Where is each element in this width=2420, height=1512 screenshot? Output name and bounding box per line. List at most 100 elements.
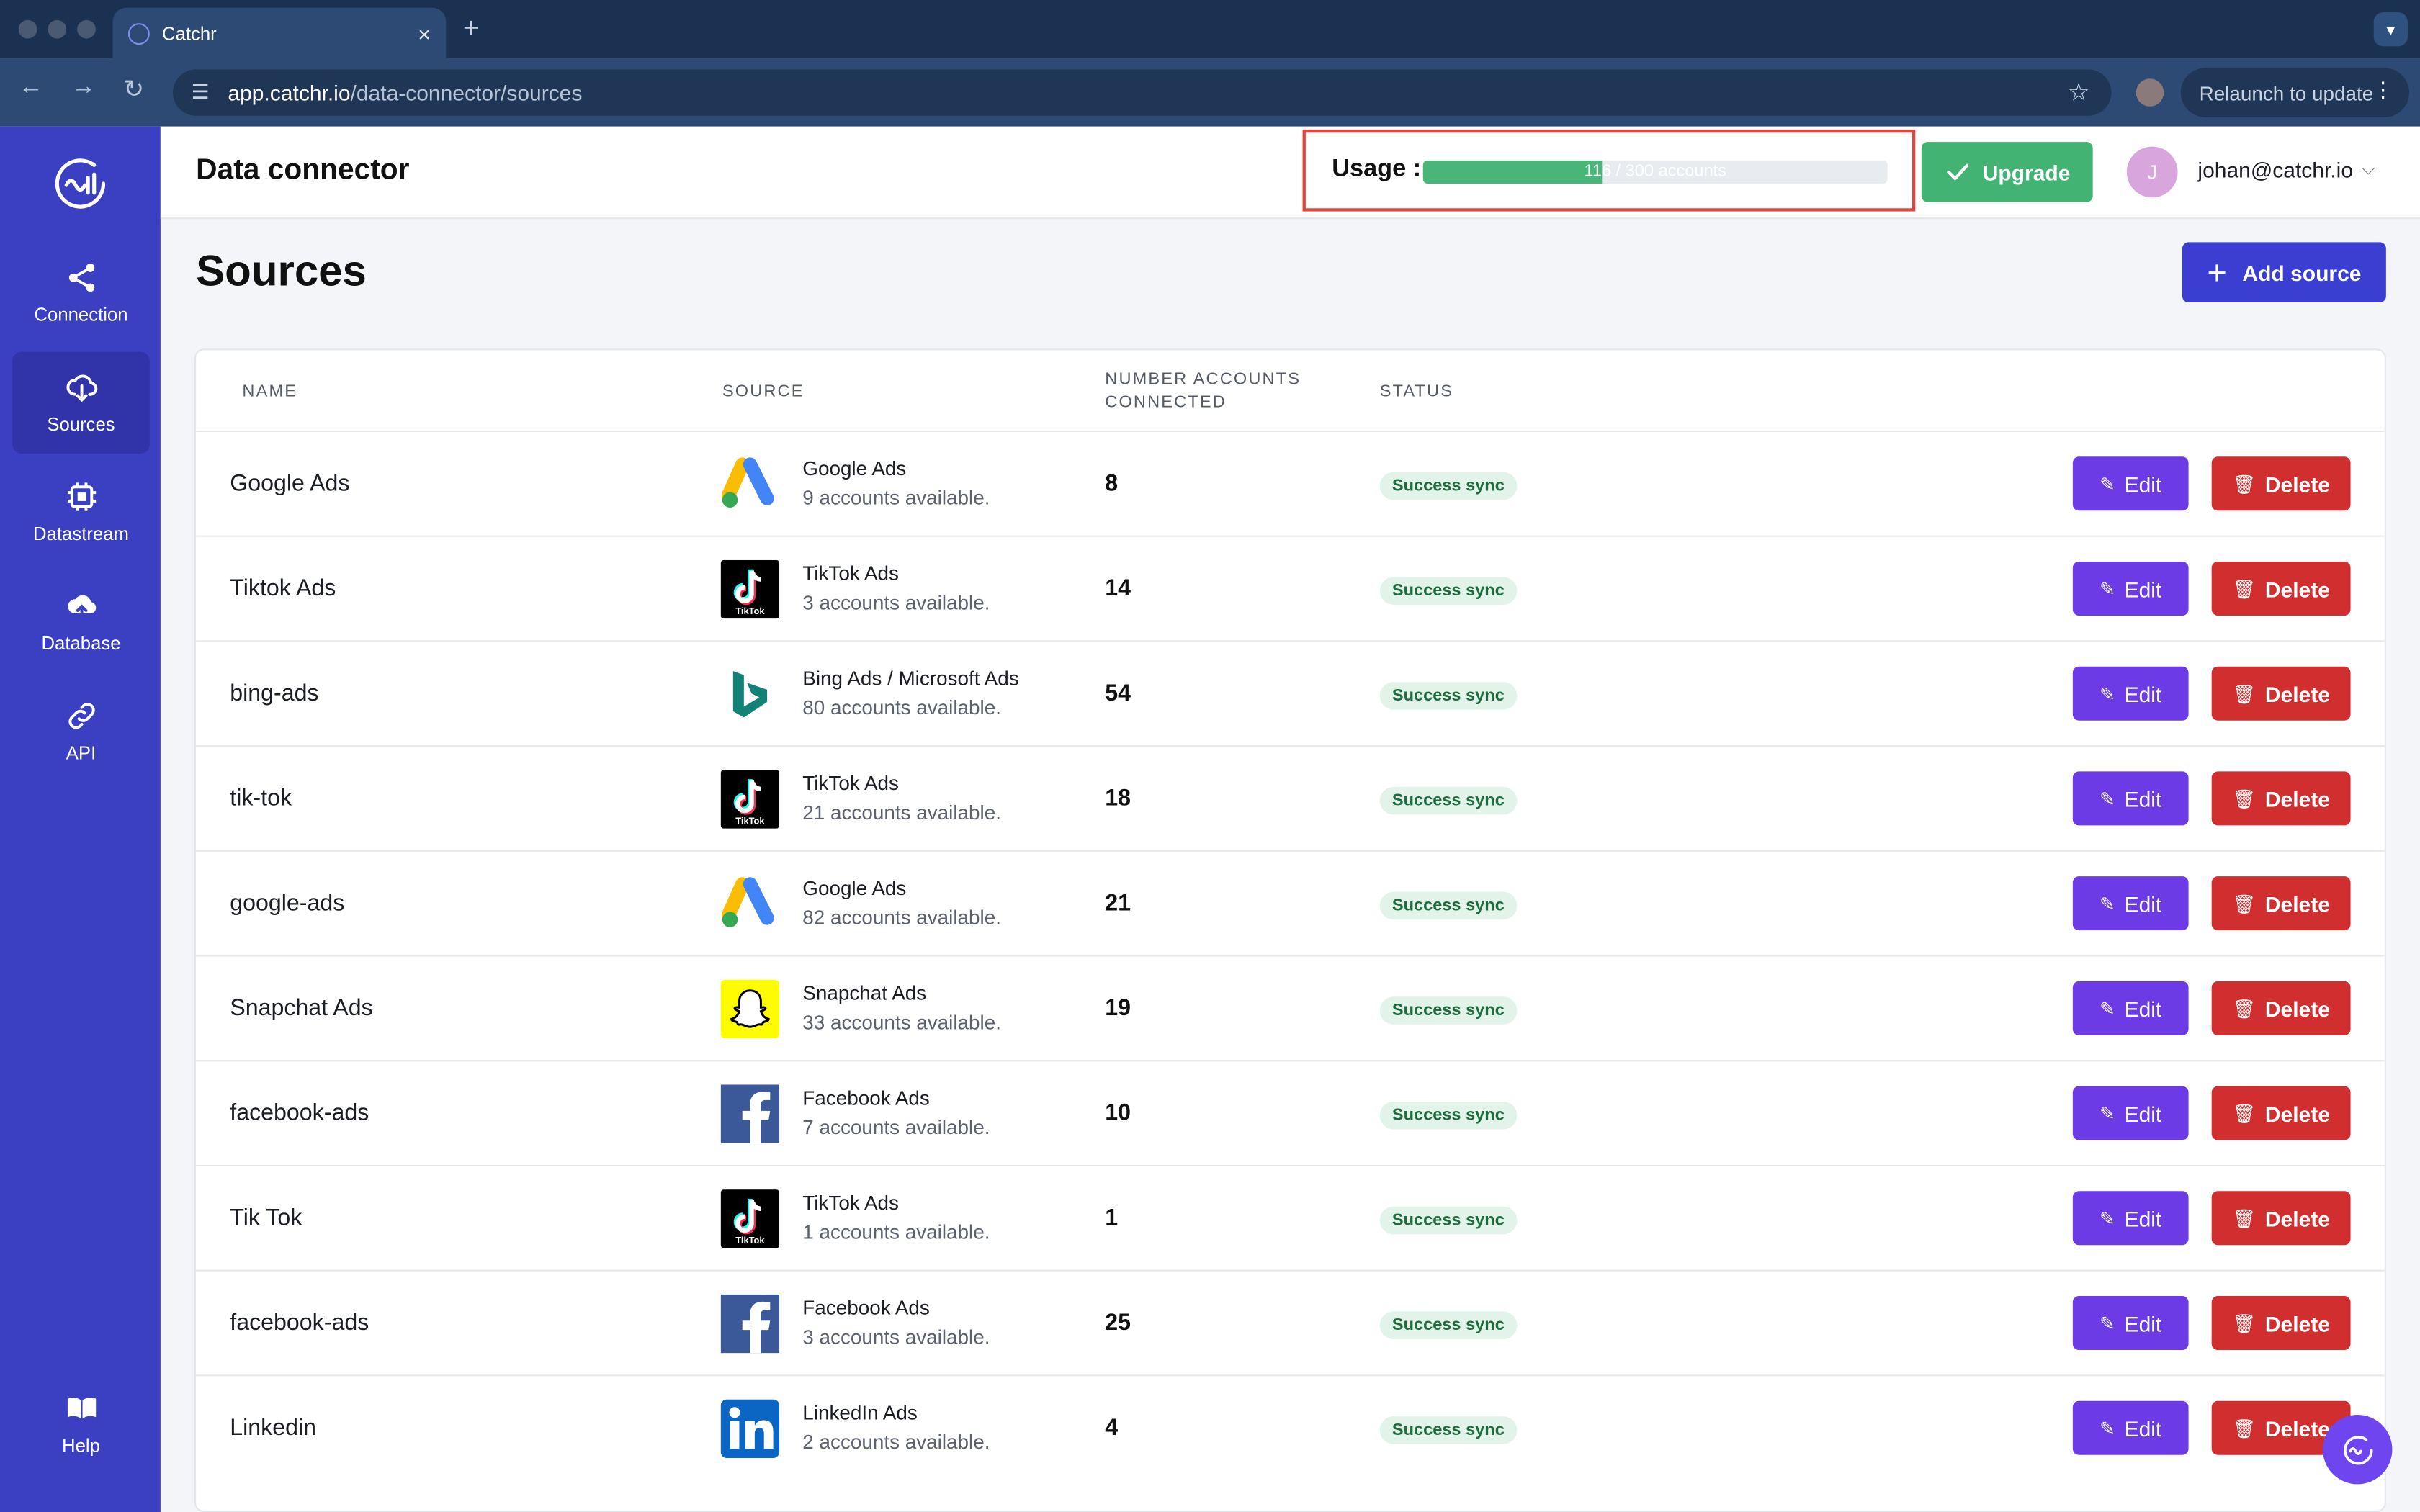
delete-label: Delete bbox=[2264, 996, 2330, 1021]
sidebar-item-connection[interactable]: Connection bbox=[12, 242, 150, 343]
delete-button[interactable]: 🗑 Delete bbox=[2211, 562, 2351, 616]
status-badge: Success sync bbox=[1379, 786, 1517, 815]
edit-button[interactable]: ✎ Edit bbox=[2072, 456, 2189, 511]
accounts-available-label: 33 accounts available. bbox=[802, 1010, 1001, 1034]
add-source-button[interactable]: + Add source bbox=[2182, 242, 2386, 302]
source-type-label: TikTok Ads bbox=[802, 771, 899, 795]
address-bar[interactable]: ☰ app.catchr.io/data-connector/sources ☆ bbox=[173, 69, 2112, 116]
delete-button[interactable]: 🗑 Delete bbox=[2211, 456, 2351, 511]
source-type-label: TikTok Ads bbox=[802, 1191, 899, 1215]
accounts-connected-count: 25 bbox=[1105, 1310, 1131, 1336]
pencil-icon: ✎ bbox=[2099, 997, 2115, 1020]
profile-avatar-icon[interactable] bbox=[2136, 78, 2164, 107]
status-badge: Success sync bbox=[1379, 1206, 1517, 1235]
delete-button[interactable]: 🗑 Delete bbox=[2211, 666, 2351, 721]
new-tab-button[interactable]: + bbox=[463, 12, 480, 45]
trash-icon: 🗑 bbox=[2232, 683, 2256, 705]
delete-label: Delete bbox=[2264, 891, 2330, 916]
browser-tab-catchr[interactable]: Catchr × bbox=[112, 7, 447, 59]
delete-button[interactable]: 🗑 Delete bbox=[2211, 1296, 2351, 1350]
source-name-cell: Snapchat Ads bbox=[230, 995, 373, 1022]
edit-label: Edit bbox=[2124, 1100, 2162, 1126]
edit-button[interactable]: ✎ Edit bbox=[2072, 1296, 2189, 1350]
delete-button[interactable]: 🗑 Delete bbox=[2211, 876, 2351, 931]
chevron-down-icon[interactable]: ⌵ bbox=[2362, 158, 2376, 181]
upgrade-button[interactable]: Upgrade bbox=[1921, 142, 2093, 202]
book-icon bbox=[66, 1398, 96, 1419]
tab-close-icon[interactable]: × bbox=[418, 21, 431, 45]
edit-button[interactable]: ✎ Edit bbox=[2072, 666, 2189, 721]
sidebar-item-label: Help bbox=[62, 1434, 100, 1457]
edit-label: Edit bbox=[2124, 1205, 2162, 1230]
edit-button[interactable]: ✎ Edit bbox=[2072, 562, 2189, 616]
back-arrow-icon[interactable]: ← bbox=[19, 74, 43, 102]
accounts-available-label: 2 accounts available. bbox=[802, 1430, 990, 1454]
accounts-connected-count: 18 bbox=[1105, 785, 1131, 812]
table-row: Snapchat Ads Snapchat Ads 33 accounts avai… bbox=[196, 955, 2385, 1061]
browser-menu-icon[interactable]: ⋮ bbox=[2372, 77, 2394, 103]
source-name-cell: facebook-ads bbox=[230, 1099, 369, 1127]
source-type-label: Google Ads bbox=[802, 456, 907, 480]
status-badge: Success sync bbox=[1379, 1311, 1517, 1339]
delete-label: Delete bbox=[2264, 1205, 2330, 1230]
forward-arrow-icon[interactable]: → bbox=[71, 74, 96, 102]
minimize-window-button[interactable] bbox=[48, 19, 67, 39]
delete-label: Delete bbox=[2264, 576, 2330, 601]
page-title: Data connector bbox=[196, 154, 410, 187]
sidebar-item-label: API bbox=[66, 742, 97, 764]
close-window-button[interactable] bbox=[18, 19, 37, 39]
accounts-available-label: 80 accounts available. bbox=[802, 696, 1001, 719]
plus-icon: + bbox=[2207, 252, 2227, 291]
upgrade-label: Upgrade bbox=[1982, 159, 2071, 185]
table-row: tik-tok TikTok TikTok Ads 21 accounts avail… bbox=[196, 745, 2385, 850]
source-type-label: Snapchat Ads bbox=[802, 981, 927, 1004]
trash-icon: 🗑 bbox=[2232, 1207, 2256, 1229]
relaunch-to-update-button[interactable]: Relaunch to update ⋮ bbox=[2180, 68, 2409, 117]
tab-search-chevron-icon[interactable]: ▾ bbox=[2373, 12, 2408, 47]
trash-icon: 🗑 bbox=[2232, 1417, 2256, 1439]
share-icon bbox=[68, 264, 94, 292]
catchr-logo-icon[interactable] bbox=[48, 151, 112, 216]
snapchat-icon bbox=[720, 979, 780, 1039]
accounts-connected-count: 21 bbox=[1105, 890, 1131, 917]
table-row: google-ads Google Ads 82 accounts availabl… bbox=[196, 850, 2385, 955]
edit-button[interactable]: ✎ Edit bbox=[2072, 771, 2189, 826]
edit-button[interactable]: ✎ Edit bbox=[2072, 1086, 2189, 1140]
google-ads-icon bbox=[721, 457, 774, 508]
link-icon bbox=[68, 703, 94, 729]
source-type-label: Facebook Ads bbox=[802, 1296, 930, 1320]
chat-support-button[interactable] bbox=[2323, 1414, 2393, 1485]
table-row: Linkedin LinkedIn Ads 2 accounts available… bbox=[196, 1374, 2385, 1480]
edit-label: Edit bbox=[2124, 996, 2162, 1021]
edit-button[interactable]: ✎ Edit bbox=[2072, 1400, 2189, 1455]
delete-button[interactable]: 🗑 Delete bbox=[2211, 1086, 2351, 1140]
tiktok-wordmark: TikTok bbox=[735, 1235, 765, 1246]
edit-button[interactable]: ✎ Edit bbox=[2072, 876, 2189, 931]
sidebar-item-help[interactable]: Help bbox=[12, 1373, 150, 1475]
status-badge: Success sync bbox=[1379, 472, 1517, 500]
column-header-accounts-line1: NUMBER ACCOUNTS bbox=[1105, 370, 1301, 389]
sidebar-item-sources[interactable]: Sources bbox=[12, 351, 150, 454]
edit-button[interactable]: ✎ Edit bbox=[2072, 1191, 2189, 1246]
sidebar-item-datastream[interactable]: Datastream bbox=[12, 462, 150, 563]
site-settings-icon[interactable]: ☰ bbox=[192, 80, 210, 104]
tiktok-wordmark: TikTok bbox=[735, 606, 765, 616]
column-header-accounts: NUMBER ACCOUNTS CONNECTED bbox=[1105, 369, 1301, 415]
trash-icon: 🗑 bbox=[2232, 1102, 2256, 1125]
bookmark-star-icon[interactable]: ☆ bbox=[2068, 77, 2090, 108]
cloud-upload-icon bbox=[67, 595, 96, 621]
usage-progress-text: 116 / 300 accounts bbox=[1584, 162, 1726, 181]
user-email[interactable]: johan@catchr.io bbox=[2197, 158, 2353, 182]
url-path: /data-connector/sources bbox=[350, 80, 583, 105]
edit-button[interactable]: ✎ Edit bbox=[2072, 981, 2189, 1035]
maximize-window-button[interactable] bbox=[77, 19, 96, 39]
user-avatar[interactable]: J bbox=[2126, 146, 2178, 198]
delete-button[interactable]: 🗑 Delete bbox=[2211, 771, 2351, 826]
sidebar-item-database[interactable]: Database bbox=[12, 571, 150, 672]
reload-icon[interactable]: ↻ bbox=[123, 74, 144, 105]
delete-button[interactable]: 🗑 Delete bbox=[2211, 1191, 2351, 1246]
delete-button[interactable]: 🗑 Delete bbox=[2211, 981, 2351, 1035]
delete-label: Delete bbox=[2264, 1310, 2330, 1336]
sidebar-item-api[interactable]: API bbox=[12, 680, 150, 782]
delete-label: Delete bbox=[2264, 471, 2330, 496]
